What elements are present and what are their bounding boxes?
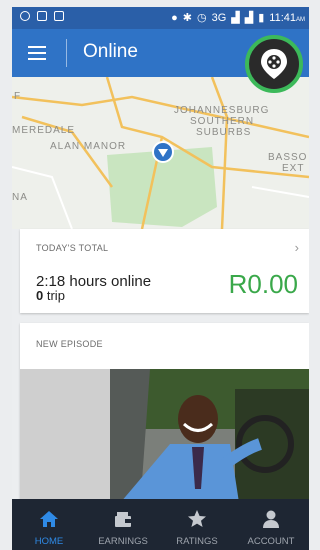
map-label: F xyxy=(14,91,22,102)
map-label: SUBURBS xyxy=(196,127,252,138)
bottom-navigation: HOME EARNINGS RATINGS ACCOUNT xyxy=(12,499,309,550)
tab-earnings-label: EARNINGS xyxy=(98,536,148,547)
locate-me-button[interactable] xyxy=(245,35,303,93)
signal-icon: ▟ xyxy=(231,12,240,24)
home-icon xyxy=(40,511,58,527)
location-target-icon xyxy=(261,49,287,79)
tab-ratings-label: RATINGS xyxy=(176,536,218,547)
tab-ratings[interactable]: RATINGS xyxy=(160,499,234,550)
card-heading: TODAY'S TOTAL xyxy=(36,243,109,253)
target-icon xyxy=(20,11,30,21)
trip-count: 0 trip xyxy=(36,288,65,303)
map-label: JOHANNESBURG xyxy=(174,105,270,116)
bluetooth-icon: ✱ xyxy=(182,12,192,24)
map-label: MEREDALE xyxy=(12,125,76,136)
tab-home-label: HOME xyxy=(34,536,64,547)
app-bar-divider xyxy=(66,39,67,67)
network-type: 3G xyxy=(211,11,227,24)
map-label: NA xyxy=(12,192,28,203)
tab-account-label: ACCOUNT xyxy=(247,536,295,547)
battery-icon: ▮ xyxy=(258,12,265,24)
navigation-arrow-icon xyxy=(158,149,168,157)
tab-home[interactable]: HOME xyxy=(12,499,86,550)
phone-screen: ● ✱ ◷ 3G ▟ ▟ ▮ 11:41AM Online F JOHANNES… xyxy=(12,7,309,550)
chevron-right-icon: › xyxy=(294,240,299,255)
clock-suffix: AM xyxy=(296,16,305,23)
earnings-amount: R0.00 xyxy=(228,269,298,299)
trip-number: 0 xyxy=(36,288,44,303)
new-episode-card[interactable]: NEW EPISODE xyxy=(20,323,309,507)
tab-earnings[interactable]: EARNINGS xyxy=(86,499,160,550)
person-icon xyxy=(263,510,279,528)
status-right-icons: ● ✱ ◷ 3G ▟ ▟ ▮ 11:41AM xyxy=(171,11,305,25)
map-label: SOUTHERN xyxy=(190,116,255,127)
status-bar: ● ✱ ◷ 3G ▟ ▟ ▮ 11:41AM xyxy=(12,7,309,29)
driver-photo xyxy=(20,369,309,507)
tab-account[interactable]: ACCOUNT xyxy=(234,499,308,550)
star-icon xyxy=(188,510,206,527)
calendar-icon xyxy=(37,11,47,21)
trip-label: trip xyxy=(46,288,65,303)
status-left-icons xyxy=(20,11,64,21)
clock: 11:41AM xyxy=(269,12,305,24)
signal-icon-2: ▟ xyxy=(244,12,254,24)
page-title: Online xyxy=(83,41,138,62)
map-label: EXT xyxy=(282,163,305,174)
wallet-icon xyxy=(115,512,131,527)
driver-illustration xyxy=(20,369,309,507)
todays-total-card[interactable]: TODAY'S TOTAL › 2:18 hours online 0 trip… xyxy=(20,229,309,313)
image-icon xyxy=(54,11,64,21)
clock-time: 11:41 xyxy=(269,11,296,24)
map-label: ALAN MANOR xyxy=(50,141,127,152)
alarm-icon: ◷ xyxy=(196,12,207,24)
location-pin-icon: ● xyxy=(171,11,178,24)
menu-icon[interactable] xyxy=(28,46,46,60)
map-label: BASSO xyxy=(268,152,308,163)
current-location-marker xyxy=(152,141,174,163)
card-heading: NEW EPISODE xyxy=(36,339,103,349)
